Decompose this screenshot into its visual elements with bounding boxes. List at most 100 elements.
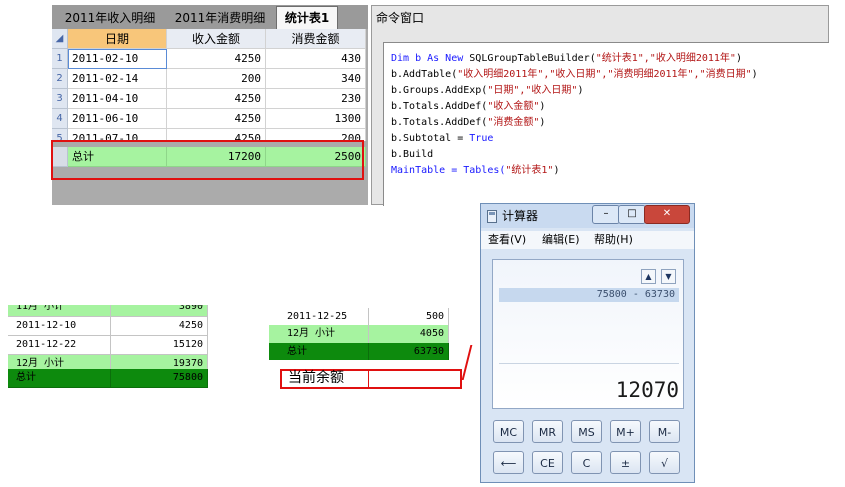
calculator-display: ▲ ▼ 75800 - 63730 12070 [492, 259, 684, 409]
tab-income-detail[interactable]: 2011年收入明细 [56, 8, 164, 29]
cell-value[interactable]: 4250 [111, 317, 208, 336]
table-row[interactable]: 11月 小计 3890 [8, 305, 208, 317]
code-token: ) [577, 85, 584, 96]
code-line[interactable]: b.Build [391, 147, 433, 163]
history-up-button[interactable]: ▲ [641, 269, 656, 284]
close-button[interactable]: ✕ [644, 205, 690, 224]
backspace-button[interactable]: ⟵ [493, 451, 524, 474]
cell-label[interactable]: 11月 小计 [8, 305, 111, 317]
grid-fragment-mid: 2011-12-25 500 12月 小计 4050 总计 63730 [269, 308, 449, 360]
clear-entry-button[interactable]: CE [532, 451, 563, 474]
cell-date[interactable]: 2011-06-10 [68, 109, 167, 129]
table-row[interactable]: 2011-12-10 4250 [8, 317, 208, 336]
table-row[interactable]: 2011-12-22 15120 [8, 336, 208, 355]
table-row[interactable]: 12月 小计 4050 [269, 325, 449, 344]
code-token: True [469, 133, 494, 144]
tab-spend-detail[interactable]: 2011年消费明细 [166, 8, 274, 29]
memory-add-button[interactable]: M+ [610, 420, 641, 443]
table-row[interactable]: 总计 75800 [8, 369, 208, 388]
cell-value[interactable]: 15120 [111, 336, 208, 355]
table-row[interactable]: 2 2011-02-14 200 340 [52, 69, 368, 89]
row-number[interactable]: 2 [52, 69, 68, 89]
calculator-icon [487, 210, 497, 223]
corner-cell[interactable]: ◢ [52, 29, 68, 49]
cell-income[interactable]: 200 [167, 69, 266, 89]
column-header-date[interactable]: 日期 [68, 29, 167, 49]
cell-spend[interactable]: 1300 [266, 109, 366, 129]
memory-store-button[interactable]: MS [571, 420, 602, 443]
cell-value[interactable]: 75800 [111, 369, 208, 388]
cell-label[interactable]: 2011-12-22 [8, 336, 111, 355]
cell-date[interactable]: 2011-02-14 [68, 69, 167, 89]
cell-label[interactable]: 总计 [8, 369, 111, 388]
menu-bar: 查看(V) 编辑(E) 帮助(H) [481, 231, 694, 249]
code-line[interactable]: b.Groups.AddExp("日期","收入日期") [391, 83, 583, 99]
cell-label[interactable]: 2011-12-10 [8, 317, 111, 336]
row-number[interactable]: 3 [52, 89, 68, 109]
minimize-button[interactable]: – [592, 205, 620, 224]
result-value: 12070 [615, 378, 679, 402]
calculator-window: 计算器 – □ ✕ 查看(V) 编辑(E) 帮助(H) ▲ ▼ 75800 - … [480, 203, 695, 483]
table-row[interactable]: 总计 63730 [269, 343, 449, 360]
menu-help[interactable]: 帮助(H) [594, 232, 633, 248]
maximize-button[interactable]: □ [618, 205, 646, 224]
code-token: SQLGroupTableBuilder( [469, 53, 596, 64]
cell-value[interactable]: 3890 [111, 305, 208, 317]
row-number[interactable]: 1 [52, 49, 68, 69]
code-token: b.Totals.AddDef( [391, 101, 488, 112]
cell-date[interactable]: 2011-04-10 [68, 89, 167, 109]
connector-line [461, 345, 473, 380]
code-token: ) [539, 101, 546, 112]
cell-spend[interactable]: 430 [266, 49, 366, 69]
code-line[interactable]: b.Totals.AddDef("消费金额") [391, 115, 545, 131]
cell-income[interactable]: 4250 [167, 89, 266, 109]
clear-button[interactable]: C [571, 451, 602, 474]
history-down-button[interactable]: ▼ [661, 269, 676, 284]
cell-spend[interactable]: 340 [266, 69, 366, 89]
calculator-title: 计算器 [502, 209, 539, 223]
code-line[interactable]: b.Subtotal = True [391, 131, 493, 147]
code-token: b.Groups.AddExp( [391, 85, 488, 96]
code-line[interactable]: b.Totals.AddDef("收入金额") [391, 99, 545, 115]
tab-stats-table[interactable]: 统计表1 [276, 6, 338, 30]
calculator-titlebar[interactable]: 计算器 – □ ✕ [481, 204, 694, 228]
cell-income[interactable]: 4250 [167, 49, 266, 69]
cell-label[interactable]: 12月 小计 [269, 325, 369, 344]
cell-date[interactable]: 2011-02-10 [68, 49, 167, 69]
sqrt-button[interactable]: √ [649, 451, 680, 474]
menu-view[interactable]: 查看(V) [488, 232, 526, 248]
code-token: "统计表1" [505, 165, 554, 176]
row-number[interactable]: 4 [52, 109, 68, 129]
menu-edit[interactable]: 编辑(E) [542, 232, 580, 248]
negate-button[interactable]: ± [610, 451, 641, 474]
divider [368, 371, 369, 387]
code-token: ) [735, 53, 742, 64]
code-line[interactable]: MainTable = Tables("统计表1") [391, 163, 559, 179]
column-header-income[interactable]: 收入金额 [167, 29, 266, 49]
cell-spend[interactable]: 230 [266, 89, 366, 109]
code-line[interactable]: b.AddTable("收入明细2011年","收入日期","消费明细2011年… [391, 67, 758, 83]
table-row[interactable]: 4 2011-06-10 4250 1300 [52, 109, 368, 129]
code-token: "统计表1","收入明细2011年" [595, 53, 736, 64]
cell-income[interactable]: 4250 [167, 109, 266, 129]
command-window: 命令窗口 Dim b As New SQLGroupTableBuilder("… [371, 5, 829, 206]
code-token: "收入明细2011年","收入日期","消费明细2011年","消费日期" [457, 69, 752, 80]
column-header-spend[interactable]: 消费金额 [266, 29, 366, 49]
memory-subtract-button[interactable]: M- [649, 420, 680, 443]
cell-label[interactable]: 总计 [269, 343, 369, 360]
balance-label: 当前余额 [288, 370, 344, 386]
history-expression[interactable]: 75800 - 63730 [499, 288, 679, 302]
table-row[interactable]: 1 2011-02-10 4250 430 [52, 49, 368, 69]
code-token: b.AddTable( [391, 69, 458, 80]
cell-value[interactable]: 63730 [369, 343, 449, 360]
code-editor[interactable]: Dim b As New SQLGroupTableBuilder("统计表1"… [383, 42, 829, 206]
grid-header-row: ◢ 日期 收入金额 消费金额 [52, 29, 368, 49]
code-token: ) [553, 165, 560, 176]
cell-value[interactable]: 4050 [369, 325, 449, 344]
table-row[interactable]: 3 2011-04-10 4250 230 [52, 89, 368, 109]
tab-strip: 2011年收入明细 2011年消费明细 统计表1 [52, 5, 368, 30]
memory-recall-button[interactable]: MR [532, 420, 563, 443]
memory-clear-button[interactable]: MC [493, 420, 524, 443]
code-token: b.Build [391, 149, 434, 160]
code-line[interactable]: Dim b As New SQLGroupTableBuilder("统计表1"… [391, 51, 742, 67]
